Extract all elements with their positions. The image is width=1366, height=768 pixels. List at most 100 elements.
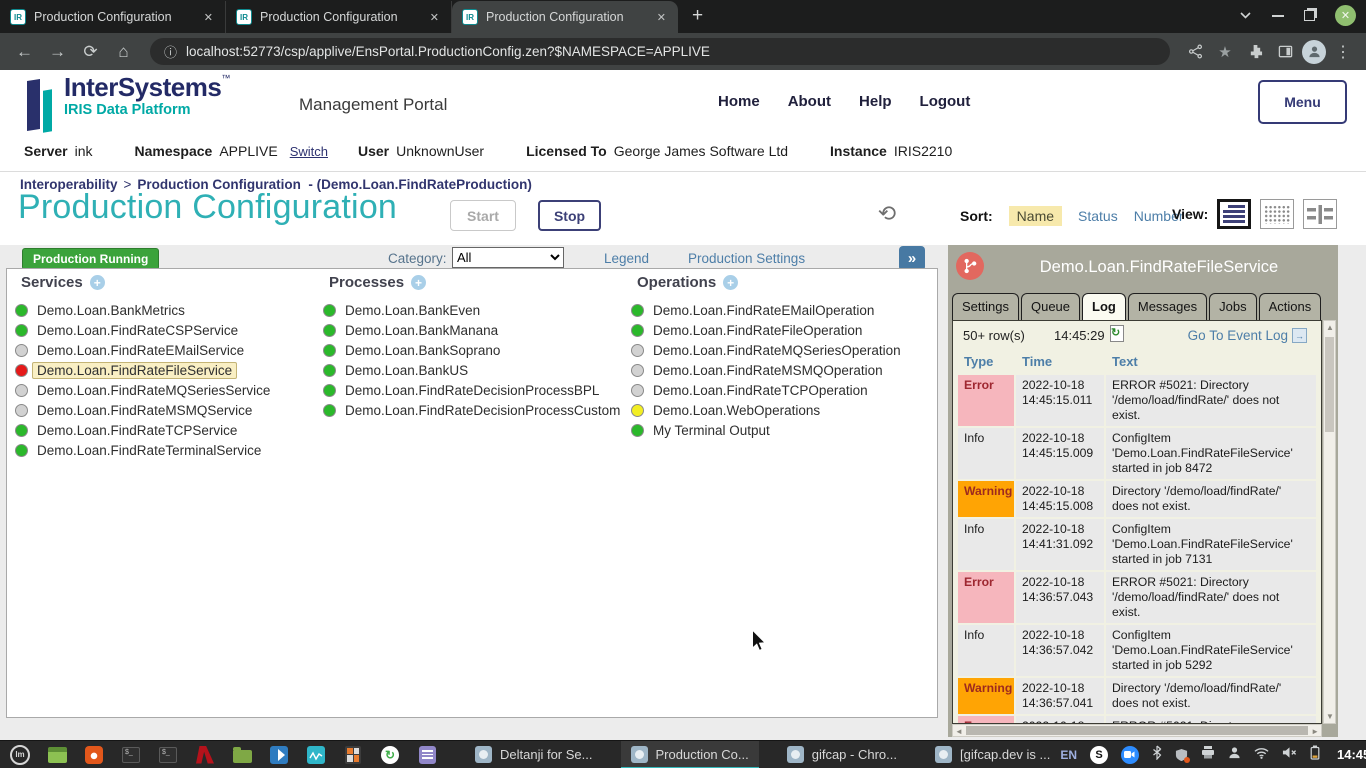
production-item-label[interactable]: Demo.Loan.FindRateFileOperation	[653, 323, 862, 338]
production-item-label[interactable]: Demo.Loan.FindRateFileService	[32, 362, 237, 379]
s-app-tray-icon[interactable]: S	[1090, 746, 1108, 764]
minimize-icon[interactable]	[1272, 15, 1284, 17]
restore-window-icon[interactable]	[1304, 10, 1315, 21]
bluetooth-icon[interactable]	[1152, 745, 1162, 765]
production-item-label[interactable]: Demo.Loan.FindRateTCPOperation	[653, 383, 868, 398]
horizontal-scroll-thumb[interactable]	[966, 726, 1308, 735]
auto-refresh-icon[interactable]: ↻	[1110, 325, 1124, 342]
browser-menu-icon[interactable]: ⋮	[1330, 42, 1356, 62]
tab-search-chevron-icon[interactable]	[1239, 11, 1252, 20]
production-item[interactable]: My Terminal Output	[631, 420, 931, 440]
window-manager-icon[interactable]	[45, 743, 69, 767]
production-item-label[interactable]: Demo.Loan.FindRateTCPService	[37, 423, 237, 438]
production-item-label[interactable]: Demo.Loan.BankSoprano	[345, 343, 500, 358]
detail-tab[interactable]: Messages	[1128, 293, 1207, 320]
new-tab-button[interactable]: +	[692, 5, 703, 27]
production-item[interactable]: Demo.Loan.FindRateTCPService	[15, 420, 315, 440]
volume-muted-icon[interactable]	[1282, 746, 1297, 764]
production-item[interactable]: Demo.Loan.FindRateMSMQService	[15, 400, 315, 420]
url-bar[interactable]: ⓘ localhost:52773/csp/applive/EnsPortal.…	[150, 38, 1170, 65]
production-item-label[interactable]: Demo.Loan.BankManana	[345, 323, 498, 338]
backup-app-icon[interactable]: ↻	[378, 743, 402, 767]
back-icon[interactable]: ←	[10, 42, 39, 62]
view-grid-icon[interactable]	[1260, 199, 1294, 229]
notes-app-icon[interactable]	[415, 743, 439, 767]
namespace-switch-link[interactable]: Switch	[290, 144, 328, 159]
production-item-label[interactable]: Demo.Loan.BankMetrics	[37, 303, 185, 318]
production-item[interactable]: Demo.Loan.FindRateEMailService	[15, 340, 315, 360]
category-select[interactable]: All	[452, 247, 564, 268]
detail-tab[interactable]: Settings	[952, 293, 1019, 320]
vscode-icon[interactable]	[267, 743, 291, 767]
stop-button[interactable]: Stop	[538, 200, 601, 231]
production-item[interactable]: Demo.Loan.FindRateDecisionProcessBPL	[323, 380, 623, 400]
production-item-label[interactable]: Demo.Loan.FindRateMSMQService	[37, 403, 252, 418]
security-shield-icon[interactable]	[1175, 748, 1188, 762]
add-service-icon[interactable]: +	[90, 275, 105, 290]
tab-close-icon[interactable]: ✕	[428, 9, 441, 26]
production-item-label[interactable]: Demo.Loan.FindRateDecisionProcessCustom	[345, 403, 620, 418]
video-call-tray-icon[interactable]	[1121, 746, 1139, 764]
calculator-icon[interactable]	[341, 743, 365, 767]
page-info-icon[interactable]: ⓘ	[164, 42, 177, 61]
event-log-link-text[interactable]: Go To Event Log	[1188, 328, 1288, 343]
detail-tab[interactable]: Actions	[1259, 293, 1322, 320]
scroll-up-icon[interactable]: ▲	[1326, 323, 1334, 332]
production-item-label[interactable]: Demo.Loan.BankEven	[345, 303, 480, 318]
url-text[interactable]: localhost:52773/csp/applive/EnsPortal.Pr…	[186, 44, 710, 59]
user-session-icon[interactable]	[1228, 746, 1241, 764]
production-item[interactable]: Demo.Loan.FindRateMSMQOperation	[631, 360, 931, 380]
start-button[interactable]: Start	[450, 200, 516, 231]
production-item[interactable]: Demo.Loan.WebOperations	[631, 400, 931, 420]
taskbar-window[interactable]: Deltanji for Se...	[465, 741, 603, 768]
header-nav-link[interactable]: Help	[859, 93, 892, 110]
production-item-label[interactable]: Demo.Loan.FindRateDecisionProcessBPL	[345, 383, 599, 398]
vertical-scroll-thumb[interactable]	[1325, 337, 1334, 432]
log-header-type[interactable]: Type	[958, 351, 1014, 373]
add-process-icon[interactable]: +	[411, 275, 426, 290]
sort-option[interactable]: Name	[1009, 206, 1062, 226]
production-item[interactable]: Demo.Loan.FindRateMQSeriesOperation	[631, 340, 931, 360]
printer-icon[interactable]	[1201, 746, 1215, 764]
taskbar-window[interactable]: Production Co...	[621, 741, 759, 768]
terminal-icon[interactable]: $_	[119, 743, 143, 767]
sort-option[interactable]: Status	[1078, 208, 1118, 224]
file-manager-icon[interactable]	[230, 743, 254, 767]
refresh-spinner-icon[interactable]: ⟳	[878, 201, 896, 227]
production-item-label[interactable]: Demo.Loan.FindRateEMailService	[37, 343, 244, 358]
production-item[interactable]: Demo.Loan.FindRateFileOperation	[631, 320, 931, 340]
share-icon[interactable]	[1182, 44, 1208, 59]
production-item[interactable]: Demo.Loan.BankEven	[323, 300, 623, 320]
go-to-event-log-link[interactable]: Go To Event Log →	[1188, 328, 1307, 343]
log-header-time[interactable]: Time	[1016, 351, 1104, 373]
production-item[interactable]: Demo.Loan.BankUS	[323, 360, 623, 380]
keyboard-language[interactable]: EN	[1060, 748, 1077, 762]
production-item[interactable]: Demo.Loan.FindRateMQSeriesService	[15, 380, 315, 400]
log-header-text[interactable]: Text	[1106, 351, 1316, 373]
side-panel-icon[interactable]	[1272, 44, 1298, 59]
profile-avatar[interactable]	[1302, 40, 1326, 64]
header-nav-link[interactable]: About	[788, 93, 831, 110]
taskbar-window[interactable]: [gifcap.dev is ...	[925, 741, 1060, 768]
terminal-2-icon[interactable]: $_	[156, 743, 180, 767]
production-item-label[interactable]: My Terminal Output	[653, 423, 770, 438]
extensions-puzzle-icon[interactable]	[1242, 44, 1268, 59]
bookmark-star-icon[interactable]: ★	[1212, 43, 1238, 61]
horizontal-scrollbar[interactable]: ◄ ►	[952, 724, 1322, 737]
detail-tab[interactable]: Jobs	[1209, 293, 1256, 320]
browser-tab[interactable]: IR Production Configuration ✕	[452, 1, 678, 33]
production-item[interactable]: Demo.Loan.FindRateEMailOperation	[631, 300, 931, 320]
add-operation-icon[interactable]: +	[723, 275, 738, 290]
menu-button[interactable]: Menu	[1258, 80, 1347, 124]
monitor-app-icon[interactable]	[304, 743, 328, 767]
production-item-label[interactable]: Demo.Loan.FindRateTerminalService	[37, 443, 261, 458]
red-app-icon[interactable]	[193, 743, 217, 767]
production-item[interactable]: Demo.Loan.BankMetrics	[15, 300, 315, 320]
production-item-label[interactable]: Demo.Loan.FindRateCSPService	[37, 323, 238, 338]
battery-icon[interactable]	[1310, 745, 1320, 765]
production-item-label[interactable]: Demo.Loan.WebOperations	[653, 403, 820, 418]
taskbar-window[interactable]: gifcap - Chro...	[777, 741, 907, 768]
production-item-label[interactable]: Demo.Loan.FindRateMQSeriesOperation	[653, 343, 901, 358]
production-item-label[interactable]: Demo.Loan.FindRateMQSeriesService	[37, 383, 270, 398]
wifi-icon[interactable]	[1254, 746, 1269, 764]
